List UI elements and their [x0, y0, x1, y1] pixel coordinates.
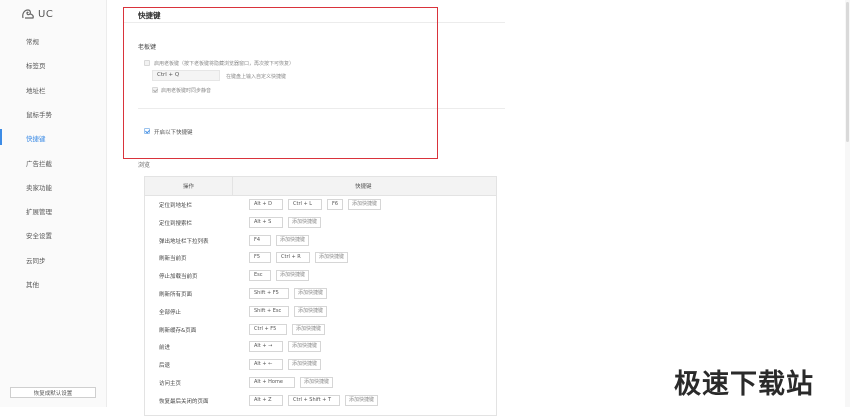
shortcut-key[interactable]: F4	[249, 234, 271, 246]
sidebar-item-cloud-sync[interactable]: 云同步	[26, 255, 46, 265]
shortcut-key[interactable]: F5	[249, 252, 271, 264]
sidebar-item-extensions[interactable]: 扩展管理	[26, 206, 52, 216]
add-shortcut-button[interactable]: 添加快捷键	[348, 199, 382, 210]
enable-shortcuts-label: 开启以下快捷键	[154, 130, 193, 136]
squirrel-logo-icon	[22, 9, 34, 19]
row-action-label: 恢复最后关闭的页面	[159, 398, 209, 405]
enable-boss-key-hint: （按下老板键将隐藏浏览器窗口，再次按下可恢复）	[179, 61, 295, 67]
enable-boss-key-checkbox[interactable]	[144, 60, 150, 66]
boss-key-heading: 老板键	[138, 44, 157, 51]
sidebar-item-security[interactable]: 安全设置	[26, 230, 52, 240]
add-shortcut-button[interactable]: 添加快捷键	[276, 270, 310, 282]
highlight-box	[123, 7, 438, 159]
shortcut-key[interactable]: Alt + →	[249, 341, 283, 353]
add-shortcut-button[interactable]: 添加快捷键	[292, 323, 326, 335]
scrollbar[interactable]	[845, 0, 850, 407]
sidebar-item-tabs[interactable]: 标签页	[26, 60, 46, 70]
row-action-label: 定位到地址栏	[159, 203, 193, 209]
shortcut-key[interactable]: Alt + S	[249, 216, 283, 228]
sidebar-item-ad-block[interactable]: 广告拦截	[26, 158, 52, 168]
shortcut-key[interactable]: Alt + D	[249, 199, 283, 210]
row-action-label: 刷新所有页面	[159, 292, 193, 298]
section-divider	[138, 108, 505, 109]
add-shortcut-button[interactable]: 添加快捷键	[288, 359, 322, 371]
enable-boss-key-label: 启用老板键	[154, 61, 180, 67]
add-shortcut-button[interactable]: 添加快捷键	[288, 216, 322, 228]
shortcut-key[interactable]: Alt + ←	[249, 359, 283, 371]
logo-text: UC	[38, 8, 54, 20]
scroll-thumb[interactable]	[846, 2, 849, 142]
enable-shortcuts-checkbox[interactable]	[144, 128, 150, 134]
sidebar-item-address-bar[interactable]: 地址栏	[26, 85, 46, 95]
row-action-label: 全部停止	[159, 309, 182, 316]
row-action-label: 后退	[159, 363, 171, 370]
sidebar: UC 常规 标签页 地址栏 鼠标手势 快捷键 广告拦截 卖家功能 扩展管理 安全设置 云同步 其他 …	[0, 0, 107, 407]
shortcut-key[interactable]: Shift + F5	[249, 288, 289, 299]
mute-label: 启用老板键时同步静音	[161, 88, 212, 94]
shortcut-key[interactable]: Ctrl + R	[276, 252, 310, 264]
boss-key-shortcut-input[interactable]: Ctrl + Q	[152, 70, 220, 81]
sidebar-item-other[interactable]: 其他	[26, 279, 39, 289]
shortcut-key[interactable]: Ctrl + Shift + T	[288, 394, 340, 406]
add-shortcut-button[interactable]: 添加快捷键	[315, 252, 349, 264]
shortcut-key[interactable]: Esc	[249, 270, 271, 282]
row-action-label: 前进	[159, 345, 171, 352]
add-shortcut-button[interactable]: 添加快捷键	[288, 341, 322, 353]
browse-heading: 浏览	[138, 162, 151, 169]
sidebar-item-shortcuts[interactable]: 快捷键	[26, 133, 46, 143]
shortcut-key[interactable]: Alt + Home	[249, 377, 295, 388]
add-shortcut-button[interactable]: 添加快捷键	[300, 377, 334, 388]
restore-defaults-button[interactable]: 恢复成默认设置	[10, 387, 96, 398]
shortcut-key[interactable]: F6	[327, 199, 343, 210]
logo: UC	[21, 8, 53, 20]
col-action-header: 操作	[183, 184, 195, 190]
shortcut-key[interactable]: Shift + Esc	[249, 305, 289, 317]
row-action-label: 停止加载当前页	[159, 274, 198, 281]
watermark: 极速下载站	[674, 369, 814, 400]
table-header: 操作 快捷键	[145, 177, 496, 196]
add-shortcut-button[interactable]: 添加快捷键	[294, 288, 328, 299]
row-action-label: 刷新缓存&页面	[159, 327, 197, 334]
mute-checkbox[interactable]	[152, 87, 158, 93]
active-indicator	[0, 129, 2, 146]
shortcut-key[interactable]: Ctrl + L	[288, 199, 322, 210]
col-shortcut-header: 快捷键	[355, 184, 372, 190]
shortcut-key[interactable]: Alt + Z	[249, 394, 283, 406]
sidebar-item-seller[interactable]: 卖家功能	[26, 182, 52, 192]
row-action-label: 定位到搜索栏	[159, 220, 193, 227]
add-shortcut-button[interactable]: 添加快捷键	[294, 305, 328, 317]
row-action-label: 刷新当前页	[159, 256, 187, 263]
shortcut-hint: 在键盘上输入自定义快捷键	[226, 74, 287, 80]
add-shortcut-button[interactable]: 添加快捷键	[345, 394, 379, 406]
row-action-label: 弹出地址栏下拉列表	[159, 238, 209, 245]
add-shortcut-button[interactable]: 添加快捷键	[276, 234, 310, 246]
shortcut-key[interactable]: Ctrl + F5	[249, 323, 287, 335]
sidebar-item-general[interactable]: 常规	[26, 36, 39, 46]
row-action-label: 访问主页	[159, 381, 182, 387]
section-title: 快捷键	[138, 11, 161, 20]
title-divider	[123, 22, 505, 23]
sidebar-item-mouse-gestures[interactable]: 鼠标手势	[26, 109, 52, 119]
shortcut-table: 操作 快捷键 定位到地址栏 Alt + D Ctrl + L F6 添加快捷键 定位到搜索…	[144, 176, 497, 416]
